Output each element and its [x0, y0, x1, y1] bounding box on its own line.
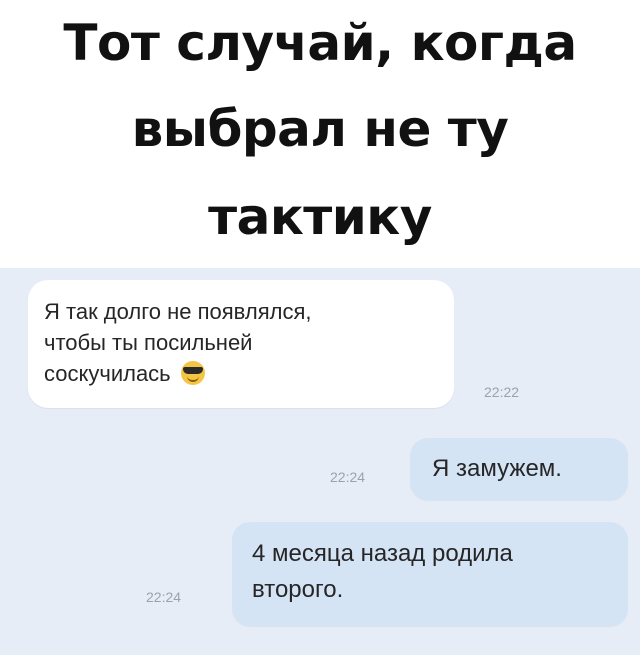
message-timestamp: 22:24 [330, 469, 366, 485]
message-timestamp: 22:24 [146, 589, 182, 605]
sunglasses-emoji-icon [180, 361, 205, 385]
caption-line-3: тактику [208, 188, 432, 246]
message-text-line: 4 месяца назад родила [252, 540, 513, 567]
meme-caption: Тот случай, когда выбрал не ту тактику [0, 0, 640, 268]
message-text-line: Я так долго не появлялся, [44, 299, 312, 324]
outgoing-message-bubble[interactable]: 4 месяца назад родила второго. [232, 522, 628, 626]
incoming-message-bubble[interactable]: Я так долго не появлялся, чтобы ты посил… [28, 280, 454, 408]
message-text-line: Я замужем. [432, 455, 562, 482]
chat-thread[interactable]: Я так долго не появлялся, чтобы ты посил… [0, 268, 640, 655]
message-text-fragment: соскучилась [44, 361, 171, 386]
message-text-line: второго. [252, 576, 344, 603]
message-timestamp: 22:22 [484, 384, 520, 400]
caption-line-1: Тот случай, когда [63, 14, 577, 72]
message-text-line: чтобы ты посильней [44, 330, 253, 355]
outgoing-message-bubble[interactable]: Я замужем. [410, 438, 628, 500]
caption-line-2: выбрал не ту [131, 100, 509, 158]
message-text-line: соскучилась [44, 358, 436, 389]
